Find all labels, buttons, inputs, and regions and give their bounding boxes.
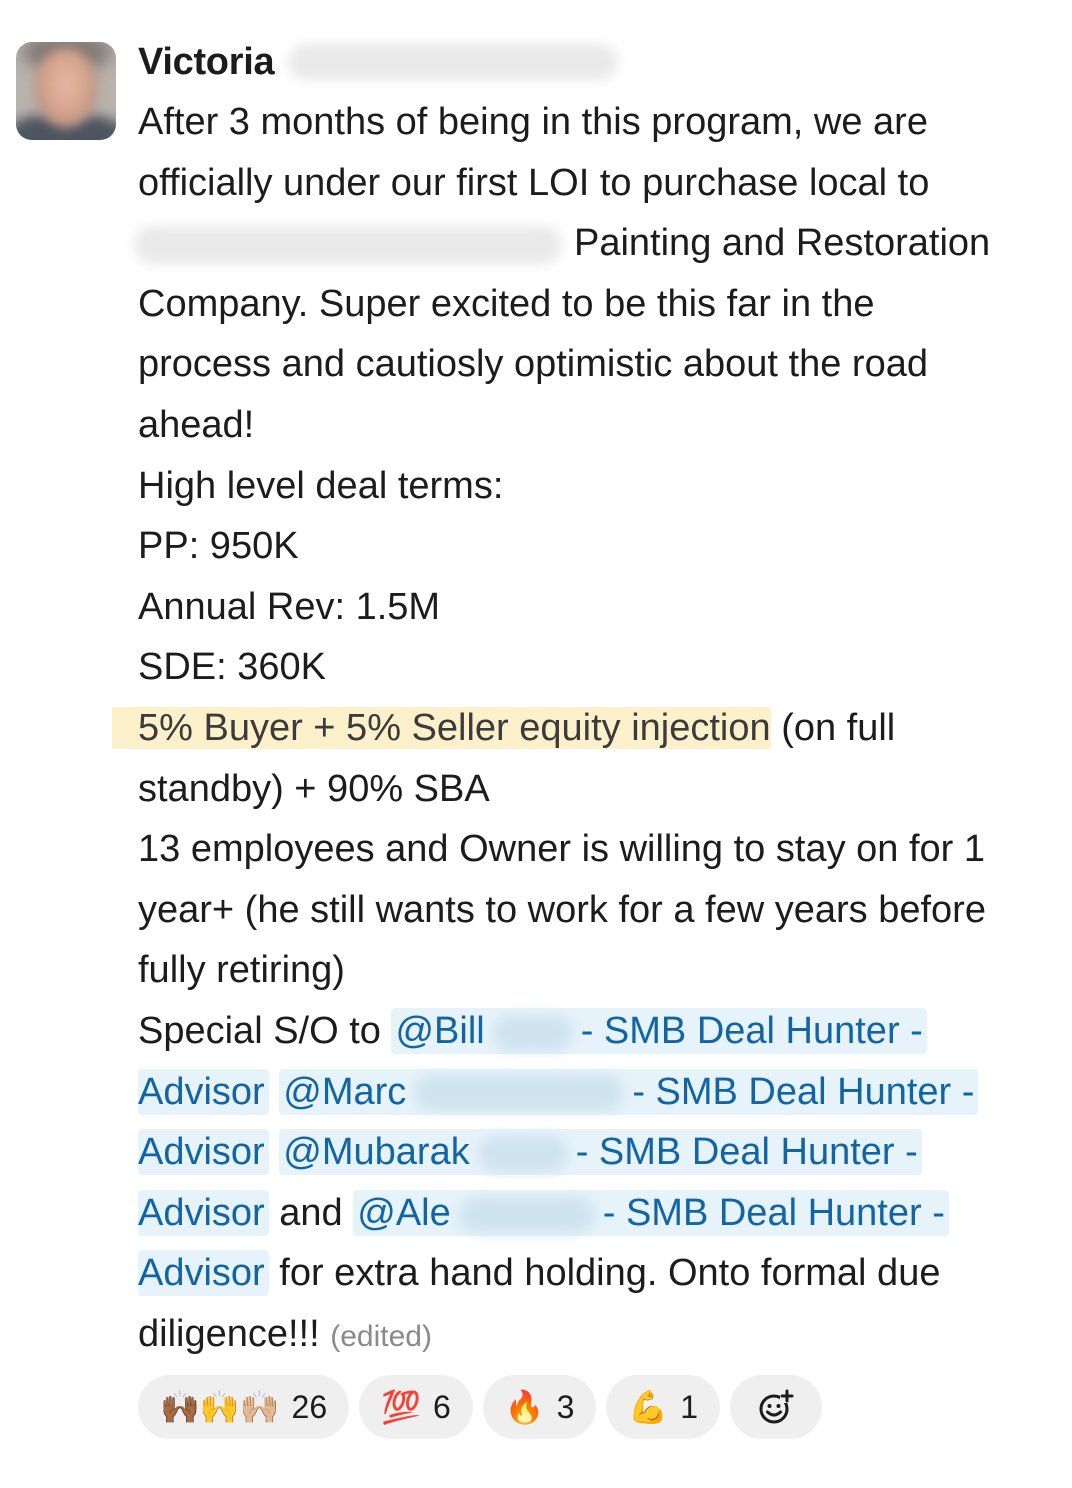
message-line: 5% Buyer + 5% Seller equity injection (o… [112,698,1058,759]
user-mention[interactable]: @Ale - SMB Deal Hunter - [353,1189,949,1236]
user-mention[interactable]: Advisor [138,1068,269,1115]
sender-name[interactable]: Victoria [138,41,275,84]
redacted-company-name [134,226,562,265]
mention-title: - SMB Deal Hunter - [602,1191,945,1234]
deal-term-sde: SDE: 360K [138,646,326,689]
mention-role: Advisor [138,1252,265,1295]
message-line: fully retiring) [138,949,345,992]
message-line: 13 employees and Owner is willing to sta… [138,828,985,871]
message-line: Advisor @Marc - SMB Deal Hunter - [138,1062,1058,1123]
message-header: Victoria [138,38,619,86]
mention-title: - SMB Deal Hunter - [580,1009,923,1052]
message-body: After 3 months of being in this program,… [112,92,1058,1365]
mention-title: - SMB Deal Hunter - [632,1070,975,1113]
flexed-biceps-icon: 💪 [628,1389,669,1425]
reactions-bar: 🙌🏾🙌🙌🏼 26 💯 6 🔥 3 💪 1 [138,1375,823,1439]
mention-role: Advisor [138,1070,265,1113]
message-line: Company. Super excited to be this far in… [138,282,875,325]
user-mention[interactable]: Advisor [138,1129,269,1176]
message-text: and [279,1191,343,1234]
message-line: After 3 months of being in this program,… [138,101,928,143]
message-text: for extra hand holding. Onto formal due [279,1252,941,1295]
mention-name: @Mubarak [283,1131,470,1174]
message-line: standby) + 90% SBA [138,767,490,810]
shoutout-text: Special S/O to [138,1009,381,1052]
message-text: diligence!!! [138,1312,320,1355]
reaction-count: 6 [432,1388,451,1425]
reaction-flexed-biceps[interactable]: 💪 1 [606,1375,721,1439]
mention-title: - SMB Deal Hunter - [575,1131,918,1174]
message-text: Painting and Restoration [574,222,991,265]
reaction-count: 26 [291,1388,328,1425]
add-reaction-icon [759,1389,795,1424]
reaction-fire[interactable]: 🔥 3 [482,1375,597,1439]
mention-role: Advisor [138,1131,265,1174]
message-line: ahead! [138,403,255,446]
user-mention[interactable]: Advisor [138,1250,269,1297]
reaction-count: 3 [556,1388,575,1425]
slack-message: Victoria After 3 months of being in this… [0,0,1072,1488]
reaction-hundred[interactable]: 💯 6 [359,1375,473,1439]
mention-name: @Ale [357,1191,451,1234]
redacted-surname [414,1075,625,1112]
user-mention[interactable]: @Mubarak - SMB Deal Hunter - [279,1129,922,1176]
deal-term-pp: PP: 950K [138,525,299,568]
fire-icon: 🔥 [504,1389,545,1425]
edited-label: (edited) [330,1319,432,1353]
highlighted-text: 5% Buyer + 5% Seller equity injection [112,706,771,749]
add-reaction-button[interactable] [730,1375,823,1439]
user-mention[interactable]: @Marc - SMB Deal Hunter - [279,1068,979,1115]
redacted-surname [288,44,619,80]
avatar-blur [34,48,98,128]
message-line: High level deal terms: [138,464,504,507]
reaction-raised-hands[interactable]: 🙌🏾🙌🙌🏼 26 [138,1375,350,1439]
mention-name: @Bill [395,1009,485,1052]
redacted-surname [458,1196,595,1233]
mention-role: Advisor [138,1191,265,1234]
message-line: diligence!!! (edited) [138,1304,1058,1365]
redacted-surname [477,1136,568,1173]
message-line: Special S/O to @Bill - SMB Deal Hunter - [138,1001,1058,1062]
reaction-count: 1 [680,1388,699,1425]
redacted-surname [492,1014,573,1051]
deal-term-revenue: Annual Rev: 1.5M [138,585,441,628]
message-text: (on full [781,706,896,749]
user-mention[interactable]: @Bill - SMB Deal Hunter - [391,1007,927,1054]
hundred-points-icon: 💯 [381,1389,421,1425]
message-line: Advisor @Mubarak - SMB Deal Hunter - [138,1122,1058,1183]
avatar[interactable] [16,42,116,140]
message-line: Advisor for extra hand holding. Onto for… [138,1243,1058,1304]
message-line: year+ (he still wants to work for a few … [138,888,986,931]
message-line: Painting and Restoration [134,213,1058,274]
raised-hands-icon: 🙌🏾🙌🙌🏼 [160,1389,280,1425]
user-mention[interactable]: Advisor [138,1189,269,1236]
message-line: officially under our first LOI to purcha… [138,161,930,204]
message-line: Advisor and @Ale - SMB Deal Hunter - [138,1183,1058,1244]
message-line: process and cautiosly optimistic about t… [138,343,928,386]
mention-name: @Marc [283,1070,407,1113]
